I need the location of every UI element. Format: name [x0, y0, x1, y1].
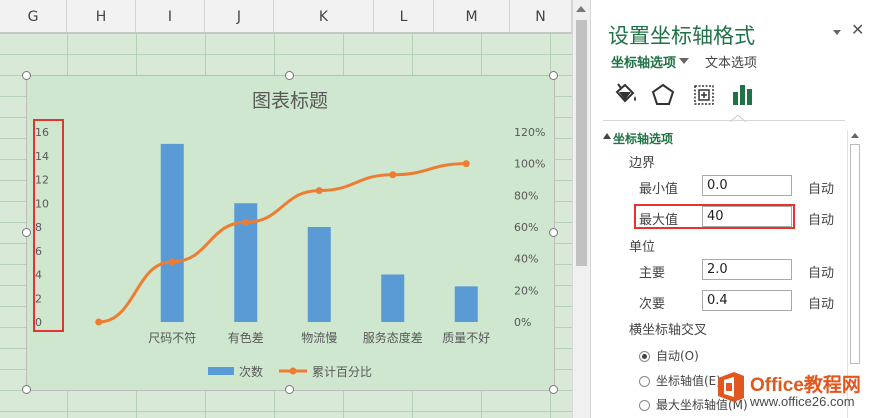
- resize-handle[interactable]: [285, 385, 294, 394]
- resize-handle[interactable]: [549, 71, 558, 80]
- watermark-url: www.office26.com: [750, 394, 855, 409]
- fill-bucket-icon[interactable]: [609, 80, 639, 110]
- radio-cross-auto-label[interactable]: 自动(O): [656, 347, 699, 364]
- bar-chart-icon[interactable]: [728, 80, 758, 110]
- column-header[interactable]: J: [205, 0, 274, 32]
- radio-cross-max[interactable]: [639, 400, 650, 411]
- legend-bar-label: 次数: [239, 364, 263, 379]
- scroll-thumb[interactable]: [850, 144, 860, 364]
- x-category-label: 物流慢: [301, 331, 337, 345]
- resize-handle[interactable]: [22, 71, 31, 80]
- office-logo-icon: [718, 372, 744, 402]
- column-header[interactable]: G: [0, 0, 67, 32]
- min-auto-button[interactable]: 自动: [808, 178, 834, 197]
- pentagon-icon[interactable]: [648, 80, 678, 110]
- resize-handle[interactable]: [22, 385, 31, 394]
- vertical-scrollbar[interactable]: [572, 0, 590, 418]
- watermark-name: Office教程网: [750, 375, 861, 396]
- collapse-icon[interactable]: [603, 133, 611, 139]
- scroll-up-icon[interactable]: [576, 6, 586, 12]
- size-properties-icon[interactable]: [689, 80, 719, 110]
- axis-cross-label: 横坐标轴交叉: [629, 323, 708, 338]
- line-point: [95, 318, 103, 326]
- major-label: 主要: [639, 266, 666, 281]
- column-headers: G H I J K L M N: [0, 0, 572, 33]
- y-right-tick-label: 60%: [514, 221, 538, 234]
- line-point: [389, 171, 397, 179]
- bar: [160, 143, 184, 322]
- y-right-tick-label: 100%: [514, 158, 545, 171]
- column-header[interactable]: N: [510, 0, 572, 32]
- axis-highlight-box: [33, 119, 64, 332]
- scroll-thumb[interactable]: [576, 20, 587, 266]
- watermark: Office教程网 www.office26.com: [714, 366, 869, 418]
- tab-text-options[interactable]: 文本选项: [705, 52, 757, 71]
- radio-cross-value-label[interactable]: 坐标轴值(E): [656, 372, 721, 389]
- major-auto-button[interactable]: 自动: [808, 262, 834, 281]
- radio-cross-value[interactable]: [639, 376, 650, 387]
- legend-bar-swatch: [208, 367, 234, 375]
- y-right-tick-label: 20%: [514, 284, 538, 297]
- min-bound-input[interactable]: 0.0: [702, 175, 792, 196]
- format-axis-pane: 设置坐标轴格式 ✕ 坐标轴选项 文本选项 坐标轴选项 边界 最小值 0.0 自动…: [590, 0, 869, 418]
- x-category-label: 尺码不符: [148, 330, 196, 345]
- cumulative-line: [97, 162, 468, 324]
- section-axis-options[interactable]: 坐标轴选项: [613, 130, 673, 147]
- bar: [381, 274, 405, 322]
- chevron-down-icon[interactable]: [679, 58, 689, 64]
- radio-cross-auto[interactable]: [639, 351, 650, 362]
- x-category-label: 有色差: [228, 331, 264, 345]
- pane-options-icon[interactable]: [833, 30, 841, 35]
- spreadsheet[interactable]: G H I J K L M N 图表标题 0 2 4 6 8 10 12 14 16 0% 20% 40…: [0, 0, 572, 418]
- divider: [603, 120, 845, 121]
- x-category-label: 服务态度差: [363, 330, 423, 345]
- y-right-tick-label: 120%: [514, 126, 545, 139]
- line-point: [315, 187, 323, 195]
- chart-area[interactable]: 图表标题 0 2 4 6 8 10 12 14 16 0% 20% 40% 60% 80% 100% 120% 尺…: [26, 75, 555, 391]
- line-point: [462, 160, 470, 168]
- units-label: 单位: [629, 240, 656, 255]
- line-point: [168, 258, 176, 266]
- column-header[interactable]: K: [274, 0, 374, 32]
- bar: [454, 286, 478, 322]
- x-category-label: 质量不好: [442, 331, 490, 345]
- bounds-label: 边界: [629, 156, 656, 171]
- y-right-tick-label: 0%: [514, 316, 531, 329]
- close-icon[interactable]: ✕: [851, 20, 864, 39]
- resize-handle[interactable]: [549, 228, 558, 237]
- chart-title: 图表标题: [252, 90, 328, 112]
- bar: [307, 227, 331, 322]
- resize-handle[interactable]: [285, 71, 294, 80]
- minor-auto-button[interactable]: 自动: [808, 293, 834, 312]
- minor-unit-input[interactable]: 0.4: [702, 290, 792, 311]
- resize-handle[interactable]: [549, 385, 558, 394]
- line-point: [242, 218, 250, 226]
- legend-line-marker: [289, 367, 297, 375]
- max-auto-button[interactable]: 自动: [808, 209, 834, 228]
- pareto-chart[interactable]: 图表标题02468101214160%20%40%60%80%100%120%尺…: [27, 76, 554, 390]
- legend-line-label: 累计百分比: [312, 365, 372, 379]
- column-header[interactable]: I: [136, 0, 205, 32]
- column-header[interactable]: H: [67, 0, 136, 32]
- column-header[interactable]: L: [374, 0, 434, 32]
- y-right-tick-label: 40%: [514, 253, 538, 266]
- resize-handle[interactable]: [22, 228, 31, 237]
- major-unit-input[interactable]: 2.0: [702, 259, 792, 280]
- column-header[interactable]: M: [434, 0, 510, 32]
- minor-label: 次要: [639, 297, 666, 312]
- tab-axis-options[interactable]: 坐标轴选项: [611, 52, 676, 71]
- pane-title: 设置坐标轴格式: [608, 24, 755, 48]
- scroll-up-icon[interactable]: [851, 133, 859, 138]
- y-right-tick-label: 80%: [514, 189, 538, 202]
- max-highlight-box: [634, 204, 795, 229]
- min-label: 最小值: [639, 182, 679, 197]
